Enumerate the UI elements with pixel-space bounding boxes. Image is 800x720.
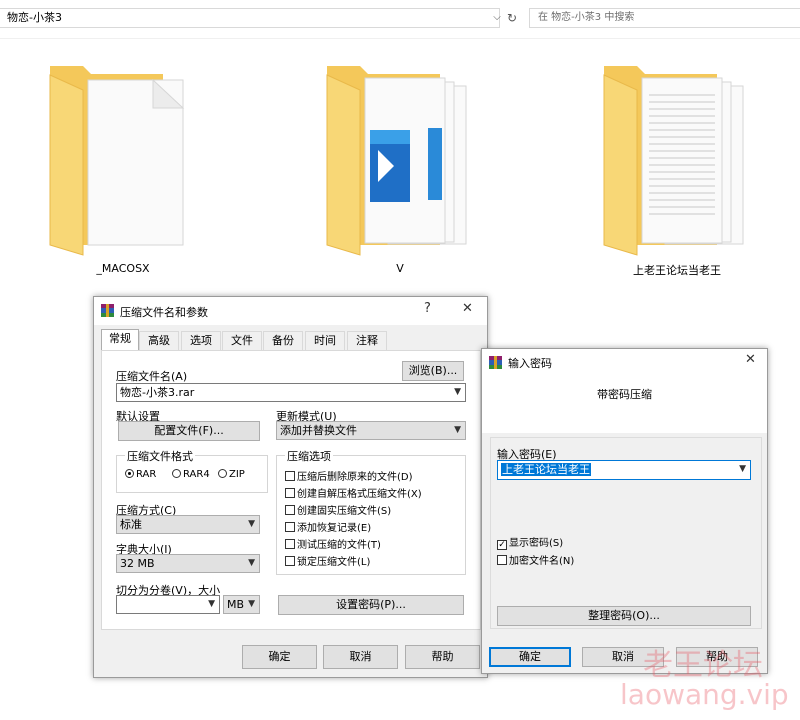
- cancel-button[interactable]: 取消: [323, 645, 398, 669]
- archive-name-field[interactable]: 物恋-小茶3.rar ▼: [116, 383, 466, 402]
- folder-icon: [49, 66, 185, 256]
- update-mode-select[interactable]: 添加并替换文件 ▼: [276, 421, 466, 440]
- archive-name-label: 压缩文件名(A): [116, 370, 188, 383]
- radio-rar4[interactable]: RAR4: [172, 469, 210, 480]
- chevron-down-icon[interactable]: ▼: [454, 384, 461, 401]
- organize-passwords-button[interactable]: 整理密码(O)...: [497, 606, 751, 626]
- tab-files[interactable]: 文件: [222, 331, 262, 350]
- folder-video-icon: [326, 66, 467, 256]
- tab-backup[interactable]: 备份: [263, 331, 303, 350]
- chevron-down-icon[interactable]: ▼: [248, 596, 255, 613]
- tab-time[interactable]: 时间: [305, 331, 345, 350]
- options-group: 压缩选项 压缩后删除原来的文件(D) 创建自解压格式压缩文件(X) 创建固实压缩…: [276, 448, 466, 575]
- winrar-icon: [101, 304, 114, 317]
- chevron-down-icon[interactable]: ▼: [248, 555, 255, 572]
- dict-value: 32 MB: [120, 557, 155, 570]
- options-group-title: 压缩选项: [285, 448, 333, 464]
- format-group: 压缩文件格式 RAR RAR4 ZIP: [116, 448, 268, 493]
- method-value: 标准: [120, 518, 142, 531]
- set-password-button[interactable]: 设置密码(P)...: [278, 595, 464, 615]
- refresh-icon[interactable]: ↻: [504, 8, 520, 28]
- update-mode-value: 添加并替换文件: [280, 424, 357, 437]
- option-sfx[interactable]: 创建自解压格式压缩文件(X): [285, 485, 422, 500]
- split-unit-value: MB: [227, 598, 245, 611]
- folder-label: V: [396, 262, 404, 275]
- option-recovery[interactable]: 添加恢复记录(E): [285, 519, 371, 534]
- watermark-url: laowang.vip: [620, 678, 789, 711]
- password-dialog-titlebar: 输入密码 ✕: [482, 349, 767, 375]
- ok-button[interactable]: 确定: [242, 645, 317, 669]
- close-icon[interactable]: ✕: [462, 301, 473, 316]
- folder-macosx[interactable]: [33, 0, 213, 260]
- show-password-checkbox[interactable]: ✓ 显示密码(S): [497, 534, 563, 550]
- tab-comment[interactable]: 注释: [347, 331, 387, 350]
- archive-name-value: 物恋-小茶3.rar: [120, 386, 195, 399]
- dict-select[interactable]: 32 MB ▼: [116, 554, 260, 573]
- chevron-down-icon[interactable]: ▼: [739, 461, 746, 478]
- chevron-down-icon[interactable]: ▼: [248, 516, 255, 533]
- address-dropdown-icon[interactable]: ⌵: [490, 8, 504, 28]
- folder-v[interactable]: [310, 0, 490, 260]
- general-panel: 压缩文件名(A) 浏览(B)... 物恋-小茶3.rar ▼ 默认设置 配置文件…: [101, 350, 481, 630]
- password-dialog-header: 带密码压缩: [482, 375, 767, 433]
- chevron-down-icon[interactable]: ▼: [454, 422, 461, 439]
- password-heading: 带密码压缩: [597, 388, 652, 401]
- option-lock[interactable]: 锁定压缩文件(L): [285, 553, 370, 568]
- format-group-title: 压缩文件格式: [125, 448, 195, 464]
- radio-zip[interactable]: ZIP: [218, 469, 245, 480]
- radio-rar[interactable]: RAR: [125, 469, 156, 480]
- password-dialog-title: 输入密码: [508, 357, 552, 370]
- password-ok-button[interactable]: 确定: [489, 647, 571, 667]
- archive-dialog-titlebar: 压缩文件名和参数 ? ✕: [94, 297, 487, 325]
- winrar-icon: [489, 356, 502, 369]
- close-icon[interactable]: ✕: [745, 352, 756, 367]
- help-icon[interactable]: ?: [424, 301, 431, 316]
- folder-label: _MACOSX: [96, 262, 150, 275]
- method-select[interactable]: 标准 ▼: [116, 515, 260, 534]
- tab-options[interactable]: 选项: [181, 331, 221, 350]
- help-button[interactable]: 帮助: [405, 645, 480, 669]
- tab-advanced[interactable]: 高级: [139, 331, 179, 350]
- encrypt-filenames-checkbox[interactable]: 加密文件名(N): [497, 552, 574, 567]
- split-unit-select[interactable]: MB ▼: [223, 595, 260, 614]
- archive-dialog: 压缩文件名和参数 ? ✕ 常规 高级 选项 文件 备份 时间 注释 压缩文件名(…: [93, 296, 488, 678]
- browse-button[interactable]: 浏览(B)...: [402, 361, 464, 381]
- folder-label: 上老王论坛当老王: [633, 264, 721, 277]
- chevron-down-icon[interactable]: ▼: [208, 596, 215, 613]
- option-delete-after[interactable]: 压缩后删除原来的文件(D): [285, 468, 413, 483]
- folder-laowang[interactable]: [587, 0, 767, 260]
- password-panel: 输入密码(E) 上老王论坛当老王 ▼ ✓ 显示密码(S) 加密文件名(N) 整理密…: [490, 437, 762, 629]
- archive-dialog-title: 压缩文件名和参数: [120, 306, 208, 319]
- password-value: 上老王论坛当老王: [501, 463, 591, 476]
- password-field[interactable]: 上老王论坛当老王 ▼: [497, 460, 751, 480]
- split-size-field[interactable]: ▼: [116, 595, 220, 614]
- folder-documents-icon: [603, 66, 744, 256]
- profiles-button[interactable]: 配置文件(F)...: [118, 421, 260, 441]
- password-dialog: 输入密码 ✕ 带密码压缩 输入密码(E) 上老王论坛当老王 ▼ ✓ 显示密码(S)…: [481, 348, 768, 674]
- option-solid[interactable]: 创建固实压缩文件(S): [285, 502, 391, 517]
- tab-general[interactable]: 常规: [101, 329, 139, 351]
- option-test[interactable]: 测试压缩的文件(T): [285, 536, 381, 551]
